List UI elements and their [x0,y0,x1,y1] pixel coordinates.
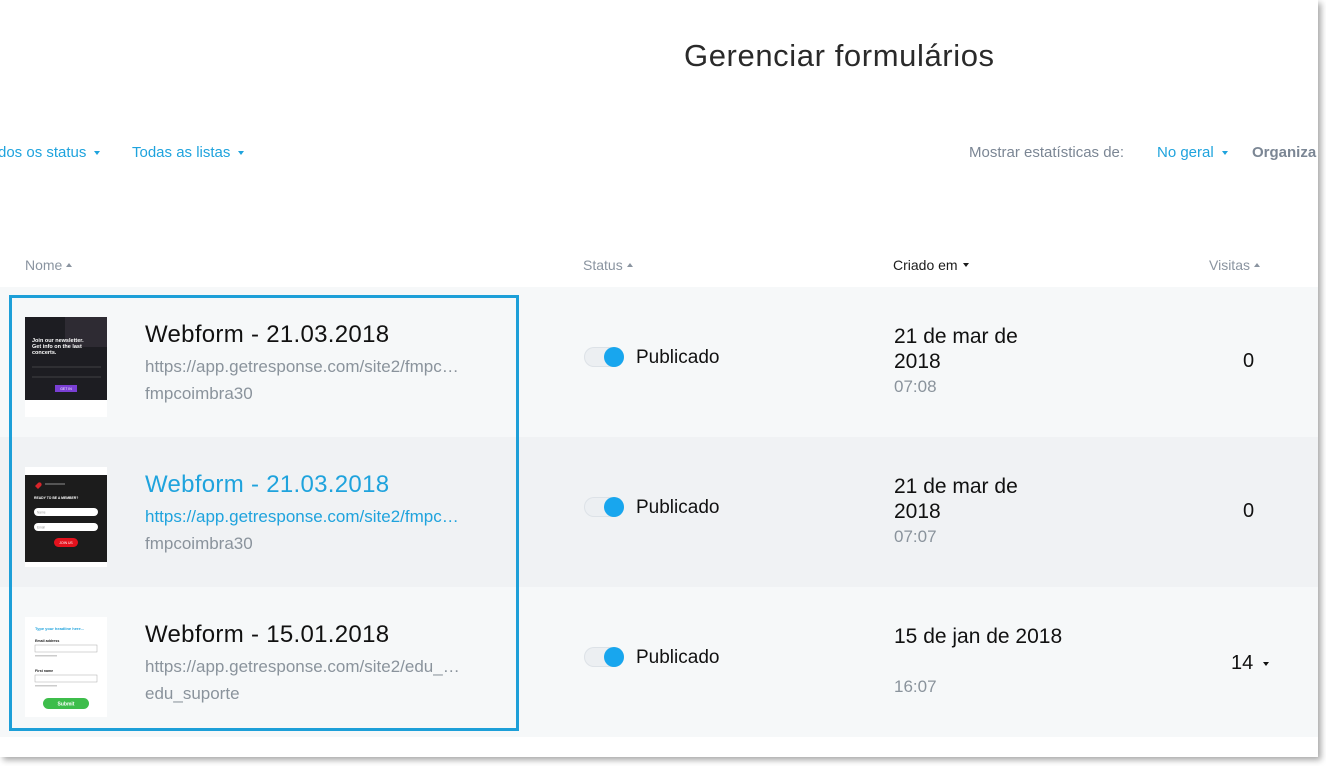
visits-count: 0 [1243,350,1254,373]
stats-period-dropdown[interactable]: No geral [1157,144,1228,161]
column-header-status-label: Status [583,257,623,273]
thumbnail-text-line: concerts. [32,350,57,356]
form-url[interactable]: https://app.getresponse.com/site2/edu_… [145,657,460,677]
lists-filter-dropdown[interactable]: Todas as listas [132,144,245,161]
sort-down-icon [962,263,969,267]
sort-up-icon [1253,263,1260,267]
publish-toggle[interactable] [584,497,624,517]
created-time: 07:08 [894,377,937,396]
form-url[interactable]: https://app.getresponse.com/site2/fmpc… [145,357,459,377]
thumbnail-button-text: GET IN [60,387,72,391]
form-owner: fmpcoimbra30 [145,534,253,553]
visits-count: 0 [1243,500,1254,523]
sort-up-icon [66,263,73,267]
visits-value: 0 [1243,350,1255,372]
thumbnail-field: Email [37,526,45,530]
column-header-visits[interactable]: Visitas [1209,257,1260,273]
column-header-status[interactable]: Status [583,257,633,273]
form-owner: edu_suporte [145,684,240,703]
thumbnail-button-text: Submit [58,702,75,708]
form-owner: fmpcoimbra30 [145,384,253,403]
visits-dropdown[interactable]: 14 [1231,652,1270,675]
toggle-knob [604,347,624,367]
organize-dropdown[interactable]: Organiza [1252,144,1316,161]
chevron-down-icon [1263,661,1270,666]
table-row[interactable]: Join our newsletter. Get info on the las… [0,287,1318,437]
created-date: 21 de mar de 2018 [894,325,1018,373]
sort-up-icon [626,263,633,267]
created-date: 15 de jan de 2018 [894,625,1063,648]
table-row[interactable]: READY TO BE A MEMBER? Name Email JOIN US… [0,437,1318,587]
webform-thumbnail[interactable]: READY TO BE A MEMBER? Name Email JOIN US [25,467,107,567]
visits-value: 0 [1243,500,1255,522]
column-header-name[interactable]: Nome [25,257,73,273]
publish-toggle[interactable] [584,347,624,367]
thumbnail-label: Email address [35,639,59,643]
created-date: 21 de mar de 2018 [894,475,1018,523]
webform-thumbnail[interactable]: Join our newsletter. Get info on the las… [25,317,107,417]
stats-label: Mostrar estatísticas de: [969,144,1125,161]
created-time: 16:07 [894,677,937,696]
thumbnail-label: First name [35,669,53,673]
column-header-visits-label: Visitas [1209,257,1250,273]
thumbnail-button-text: JOIN US [59,541,73,545]
table-row[interactable]: Type your headline here... Email address… [0,587,1318,737]
column-header-created[interactable]: Criado em [893,257,969,273]
chevron-down-icon [238,150,245,155]
chevron-down-icon [1221,150,1228,155]
thumbnail-heading: READY TO BE A MEMBER? [34,496,78,500]
column-header-created-label: Criado em [893,257,958,273]
toggle-knob [604,497,624,517]
page-title: Gerenciar formulários [684,38,995,73]
thumbnail-headline: Type your headline here... [35,626,84,631]
form-url[interactable]: https://app.getresponse.com/site2/fmpc… [145,507,459,527]
app-window: Gerenciar formulários dos os status Toda… [0,0,1318,757]
created-time: 07:07 [894,527,937,546]
status-text: Publicado [636,347,720,368]
stats-period-value: No geral [1157,144,1214,161]
publish-toggle[interactable] [584,647,624,667]
status-filter-label: dos os status [0,144,87,161]
lists-filter-label: Todas as listas [132,144,231,161]
webform-thumbnail[interactable]: Type your headline here... Email address… [25,617,107,717]
form-name[interactable]: Webform - 15.01.2018 [145,621,389,649]
status-filter-dropdown[interactable]: dos os status [0,144,101,161]
form-name[interactable]: Webform - 21.03.2018 [145,471,389,499]
visits-value: 14 [1231,652,1254,674]
status-text: Publicado [636,647,720,668]
toggle-knob [604,647,624,667]
status-text: Publicado [636,497,720,518]
thumbnail-field: Name [37,511,46,515]
form-name[interactable]: Webform - 21.03.2018 [145,321,389,349]
column-header-name-label: Nome [25,257,63,273]
chevron-down-icon [94,150,101,155]
organize-label: Organiza [1252,144,1317,161]
